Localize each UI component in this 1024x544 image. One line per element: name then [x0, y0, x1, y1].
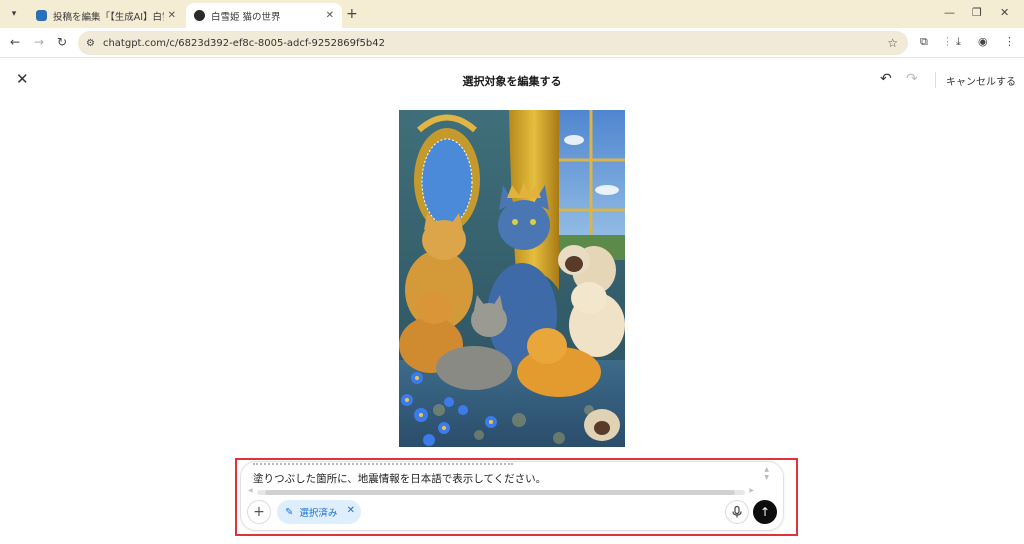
send-button[interactable]: ↑ — [753, 500, 777, 524]
tab-title: 投稿を編集「【生成AI】白雪姫を描 — [53, 11, 164, 23]
tab-close-icon[interactable]: ✕ — [168, 10, 176, 21]
window-close-icon[interactable]: ✕ — [1000, 6, 1009, 19]
tab-active[interactable]: 白雪姫 猫の世界 ✕ — [186, 3, 342, 28]
browser-toolbar: ← → ↻ ⚙ chatgpt.com/c/6823d392-ef8c-8005… — [0, 28, 1024, 58]
forward-arrow-icon[interactable]: → — [34, 35, 44, 49]
minimize-icon[interactable]: — — [944, 6, 955, 19]
prompt-input[interactable]: 塗りつぶした箇所に、地震情報を日本語で表示してください。 — [253, 471, 546, 486]
scroll-left-icon[interactable]: ◀ — [248, 487, 253, 494]
restore-icon[interactable]: ❐ — [972, 6, 982, 19]
horizontal-scrollbar[interactable]: ◀ ▶ — [248, 487, 754, 495]
site-info-icon[interactable]: ⚙ — [86, 38, 95, 49]
scroll-right-icon[interactable]: ▶ — [749, 487, 754, 494]
brush-selection-icon: ✎ — [285, 506, 294, 518]
download-icon[interactable]: ⤓ — [956, 36, 961, 48]
wordpress-favicon-icon — [36, 10, 47, 21]
tab-strip: ▾ 投稿を編集「【生成AI】白雪姫を描 ✕ 白雪姫 猫の世界 ✕ + — ❐ ✕ — [0, 0, 1024, 28]
tab-inactive[interactable]: 投稿を編集「【生成AI】白雪姫を描 ✕ — [28, 3, 184, 28]
cancel-button[interactable]: キャンセルする — [946, 73, 1016, 88]
cats-painting-illustration — [399, 110, 625, 447]
microphone-button[interactable] — [725, 500, 749, 524]
page-title: 選択対象を編集する — [462, 75, 562, 88]
address-bar[interactable]: ⚙ chatgpt.com/c/6823d392-ef8c-8005-adcf-… — [78, 31, 908, 55]
scrollbar-thumb[interactable] — [265, 490, 735, 495]
tab-close-icon[interactable]: ✕ — [326, 10, 334, 21]
extensions-icon[interactable]: ⧉ — [920, 36, 928, 48]
edit-image[interactable] — [399, 110, 625, 447]
redo-icon[interactable]: ↷ — [906, 71, 918, 87]
vertical-scrollbar[interactable]: ▲ ▼ — [764, 466, 769, 482]
back-arrow-icon[interactable]: ← — [10, 35, 20, 49]
profile-avatar-icon[interactable]: ◉ — [978, 36, 988, 48]
selection-chip[interactable]: ✎ 選択済み ✕ — [277, 500, 361, 524]
more-indicator-icon: ⋮ — [942, 35, 953, 48]
prompt-composer: 塗りつぶした箇所に、地震情報を日本語で表示してください。 ▲ ▼ ◀ ▶ + ✎ … — [240, 461, 784, 531]
microphone-icon — [732, 506, 742, 518]
selection-chip-label: 選択済み — [299, 508, 338, 519]
add-attachment-button[interactable]: + — [247, 500, 271, 524]
header-divider — [935, 72, 936, 88]
new-tab-button[interactable]: + — [346, 6, 358, 22]
previous-line-fragment — [253, 463, 513, 466]
tab-title: 白雪姫 猫の世界 — [211, 11, 281, 23]
remove-selection-icon[interactable]: ✕ — [347, 505, 355, 517]
chatgpt-favicon-icon — [194, 10, 205, 21]
tab-search-chevron-down-icon[interactable]: ▾ — [6, 6, 22, 22]
browser-menu-icon[interactable]: ⋮ — [1004, 36, 1015, 48]
bookmark-star-icon[interactable]: ☆ — [887, 36, 898, 50]
plus-icon: + — [253, 504, 265, 520]
arrow-up-icon: ↑ — [759, 505, 771, 519]
undo-icon[interactable]: ↶ — [880, 71, 892, 87]
reload-icon[interactable]: ↻ — [57, 35, 67, 49]
address-url[interactable]: chatgpt.com/c/6823d392-ef8c-8005-adcf-92… — [103, 38, 385, 49]
